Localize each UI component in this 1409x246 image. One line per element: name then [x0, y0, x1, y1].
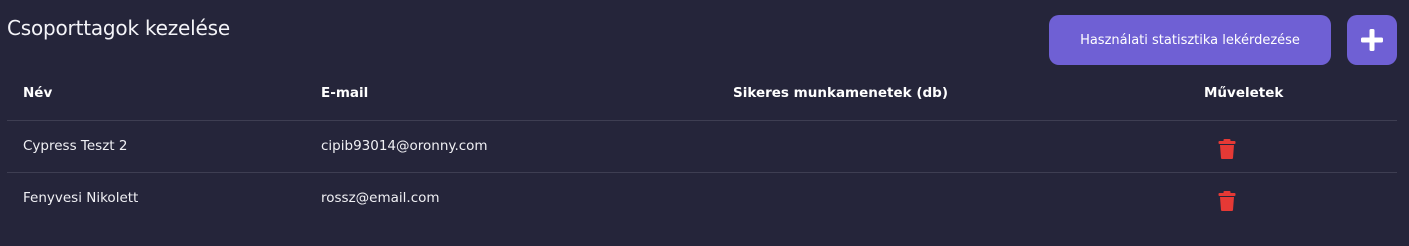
member-email: rossz@email.com [321, 190, 440, 206]
table-row: Fenyvesi Nikolett rossz@email.com [7, 173, 1397, 224]
trash-icon[interactable] [1218, 191, 1236, 211]
trash-icon[interactable] [1218, 139, 1236, 159]
members-table: Név E-mail Sikeres munkamenetek (db) Műv… [7, 68, 1397, 224]
member-name: Cypress Teszt 2 [23, 138, 128, 154]
plus-icon [1361, 29, 1383, 51]
page-title: Csoporttagok kezelése [7, 16, 230, 40]
column-header-email[interactable]: E-mail [321, 85, 368, 101]
table-header: Név E-mail Sikeres munkamenetek (db) Műv… [7, 68, 1397, 121]
add-member-button[interactable] [1347, 15, 1397, 65]
usage-stats-button[interactable]: Használati statisztika lekérdezése [1049, 15, 1331, 65]
member-name: Fenyvesi Nikolett [23, 190, 139, 206]
column-header-actions: Műveletek [1204, 85, 1284, 101]
group-members-page: Csoporttagok kezelése Használati statisz… [0, 0, 1409, 246]
member-email: cipib93014@oronny.com [321, 138, 488, 154]
column-header-name[interactable]: Név [23, 85, 52, 101]
table-row: Cypress Teszt 2 cipib93014@oronny.com [7, 121, 1397, 173]
column-header-sessions[interactable]: Sikeres munkamenetek (db) [733, 85, 948, 101]
